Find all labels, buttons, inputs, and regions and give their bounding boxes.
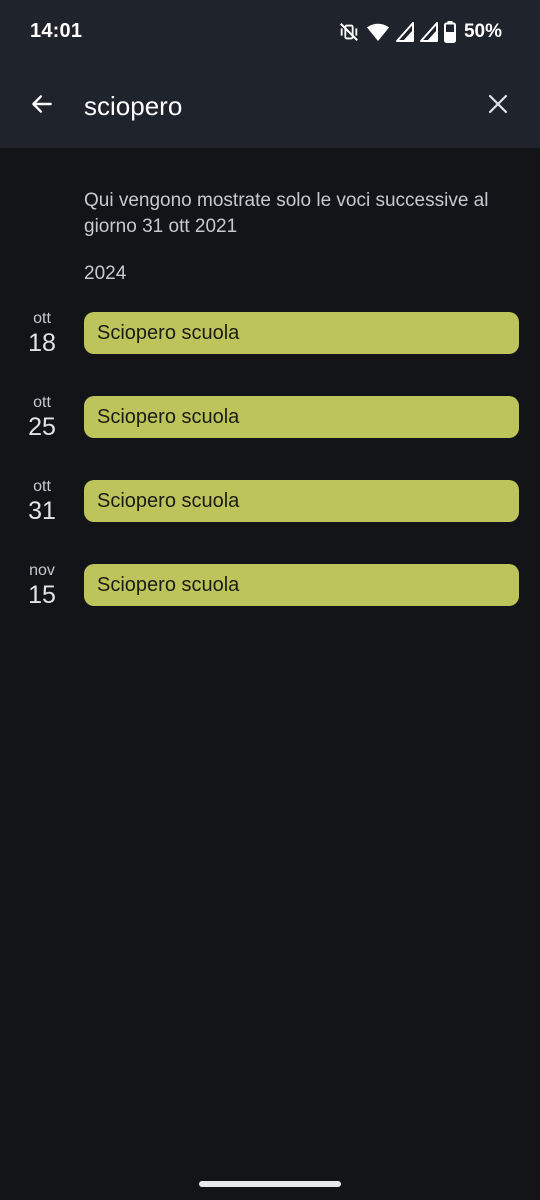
event-date: nov 15 [18,562,66,610]
results-notice: Qui vengono mostrate solo le voci succes… [84,190,489,237]
back-button[interactable] [24,86,60,122]
signal-icon [419,22,438,42]
vibrate-off-icon [338,21,360,43]
search-results-screen: 14:01 50% sciopero Qui vengono mostrate … [0,0,540,1200]
list-item: ott 18 Sciopero scuola [0,308,540,392]
event-day: 31 [28,497,56,525]
signal-icon [395,22,414,42]
battery-icon [443,21,456,43]
event-date: ott 25 [18,394,66,442]
event-month: nov [29,562,55,579]
wifi-icon [366,21,390,43]
event-day: 18 [28,329,56,357]
event-month: ott [33,478,51,495]
event-chip[interactable]: Sciopero scuola [84,564,519,606]
battery-percent: 50% [463,21,502,42]
status-time: 14:01 [30,20,83,42]
event-day: 25 [28,413,56,441]
status-icons: 50% [338,20,502,44]
event-date: ott 31 [18,478,66,526]
event-list: ott 18 Sciopero scuola ott 25 Sciopero s… [0,308,540,644]
top-bar: 14:01 50% sciopero [0,0,540,148]
list-item: ott 25 Sciopero scuola [0,392,540,476]
event-month: ott [33,310,51,327]
arrow-back-icon [32,95,52,113]
event-date: ott 18 [18,310,66,358]
home-indicator[interactable] [199,1181,341,1187]
list-item: nov 15 Sciopero scuola [0,560,540,644]
clear-search-button[interactable] [480,86,516,122]
search-header [0,64,540,148]
event-chip[interactable]: Sciopero scuola [84,480,519,522]
event-chip[interactable]: Sciopero scuola [84,396,519,438]
status-bar: 14:01 50% [0,0,540,64]
event-month: ott [33,394,51,411]
close-icon [488,94,508,114]
year-label: 2024 [84,263,127,284]
search-input[interactable] [84,86,464,126]
event-day: 15 [28,581,56,609]
event-chip[interactable]: Sciopero scuola [84,312,519,354]
list-item: ott 31 Sciopero scuola [0,476,540,560]
